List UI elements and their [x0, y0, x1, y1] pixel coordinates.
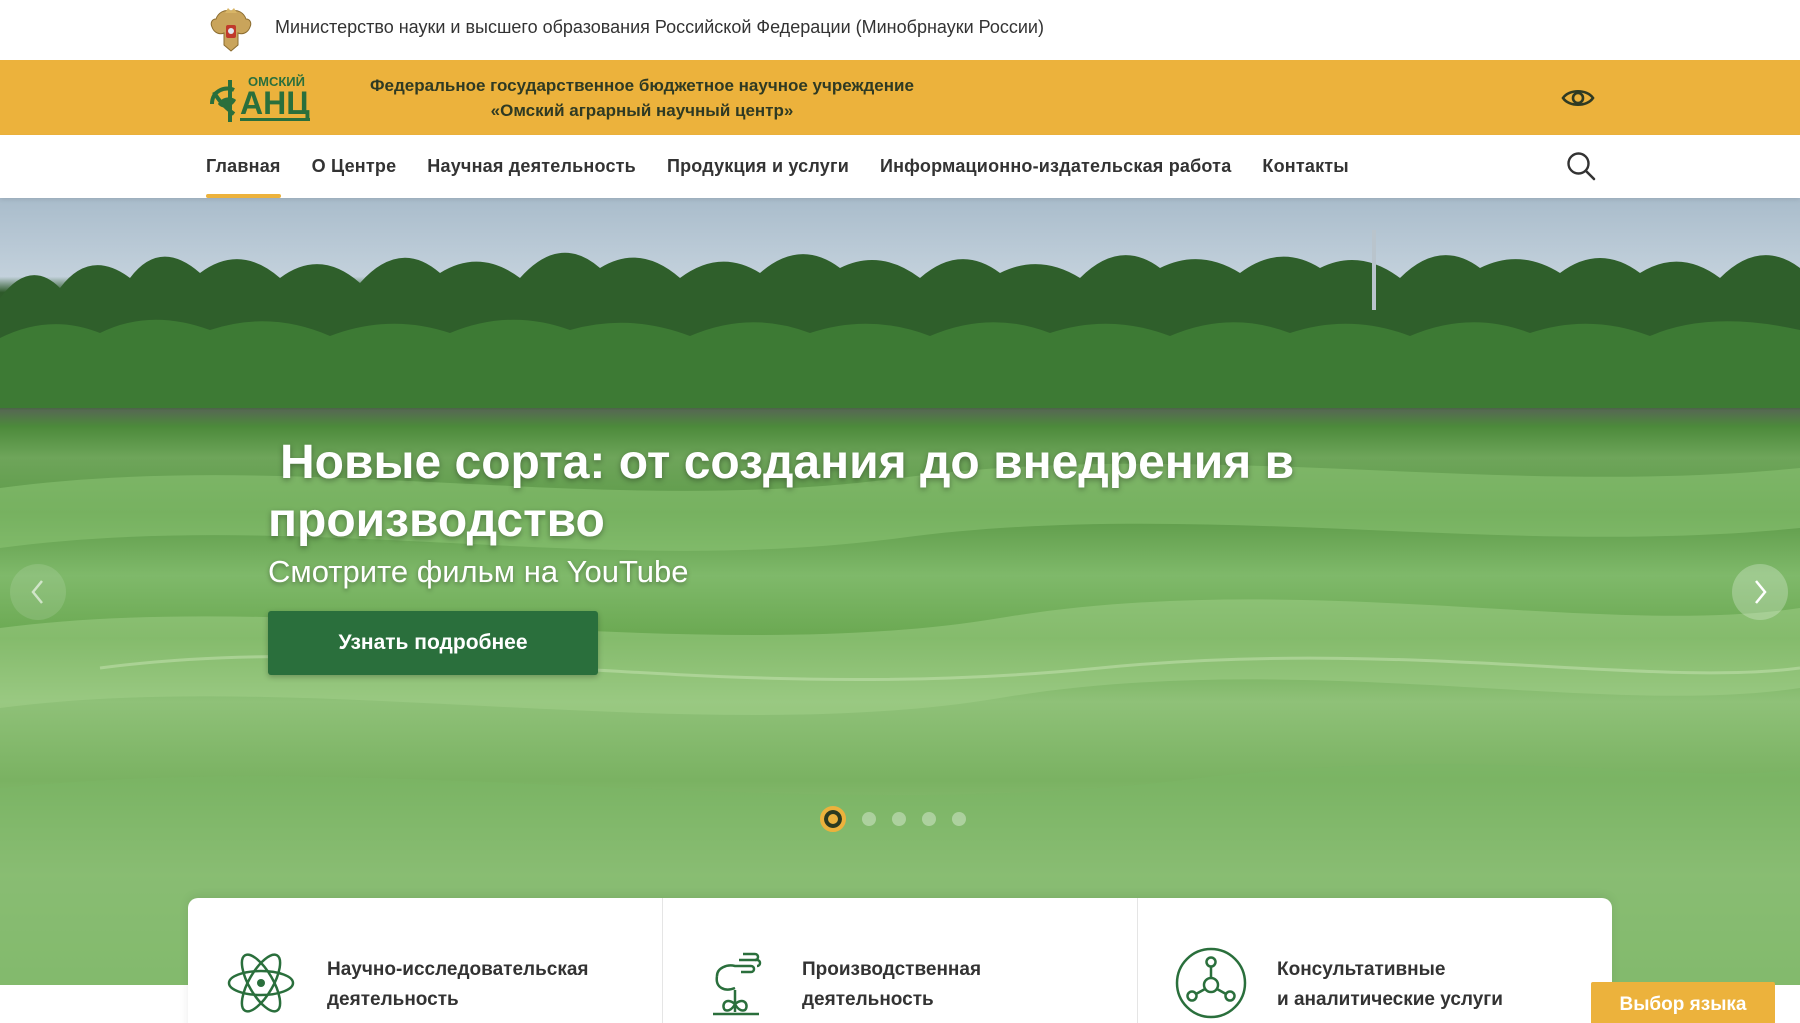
- slider-next-button[interactable]: [1732, 564, 1788, 620]
- chevron-left-icon: [31, 580, 43, 604]
- slider-dot-2[interactable]: [862, 812, 876, 826]
- language-select-button[interactable]: Выбор языка: [1591, 982, 1775, 1023]
- service-consulting-label: Консультативные и аналитические услуги: [1277, 959, 1503, 1010]
- ministry-name: Министерство науки и высшего образования…: [275, 17, 1044, 37]
- slider-dots: [820, 806, 966, 832]
- slider-prev-button[interactable]: [10, 564, 66, 620]
- main-nav: Главная О Центре Научная деятельность Пр…: [0, 135, 1800, 198]
- accessibility-eye-button[interactable]: [1558, 81, 1598, 115]
- nav-item-contacts[interactable]: Контакты: [1262, 135, 1348, 198]
- service-research-label: Научно-исследовательская деятельность: [327, 959, 589, 1010]
- search-icon[interactable]: [1565, 150, 1597, 182]
- service-production-label: Производственная деятельность: [802, 959, 982, 1010]
- services-panel: Научно-исследовательская деятельность Пр…: [188, 898, 1612, 1023]
- eye-icon: [1561, 89, 1595, 107]
- slider-dot-5[interactable]: [952, 812, 966, 826]
- hero-slider: Новые сорта: от создания до внедрения в …: [0, 198, 1800, 985]
- nav-item-publishing[interactable]: Информационно-издательская работа: [880, 135, 1231, 198]
- hero-title-line1: Новые сорта: от создания до внедрения в: [280, 436, 1295, 489]
- nav-item-home[interactable]: Главная: [206, 135, 281, 198]
- coat-of-arms-icon: [210, 8, 252, 52]
- hero-subtitle: Смотрите фильм на YouTube: [268, 554, 689, 589]
- service-production[interactable]: Производственная деятельность: [663, 898, 1138, 1023]
- nav-list: Главная О Центре Научная деятельность Пр…: [206, 135, 1380, 198]
- service-consulting[interactable]: Консультативные и аналитические услуги: [1138, 898, 1612, 1023]
- learn-more-button[interactable]: Узнать подробнее: [268, 611, 598, 675]
- institution-bar: ОМСКИЙ АНЦ Федеральное государственное б…: [0, 60, 1800, 135]
- logo-main-text: АНЦ: [240, 85, 310, 121]
- network-icon: [1175, 947, 1247, 1019]
- nav-item-about[interactable]: О Центре: [312, 135, 397, 198]
- atom-icon: [227, 953, 295, 1013]
- ministry-bar: Министерство науки и высшего образования…: [0, 0, 1800, 60]
- nav-item-products[interactable]: Продукция и услуги: [667, 135, 849, 198]
- hero-title: Новые сорта: от создания до внедрения в …: [268, 434, 1368, 550]
- institution-title-line1: Федеральное государственное бюджетное на…: [370, 76, 914, 95]
- slider-dot-4[interactable]: [922, 812, 936, 826]
- slider-dot-1[interactable]: [820, 806, 846, 832]
- slider-dot-3[interactable]: [892, 812, 906, 826]
- institution-title-line2: «Омский аграрный научный центр»: [490, 101, 794, 120]
- site-logo[interactable]: ОМСКИЙ АНЦ: [204, 70, 314, 126]
- hero-title-line2: производство: [268, 494, 605, 547]
- hand-sprout-icon: [713, 952, 762, 1016]
- chevron-right-icon: [1755, 580, 1767, 604]
- service-research[interactable]: Научно-исследовательская деятельность: [188, 898, 663, 1023]
- institution-title: Федеральное государственное бюджетное на…: [342, 73, 942, 123]
- nav-item-science[interactable]: Научная деятельность: [427, 135, 636, 198]
